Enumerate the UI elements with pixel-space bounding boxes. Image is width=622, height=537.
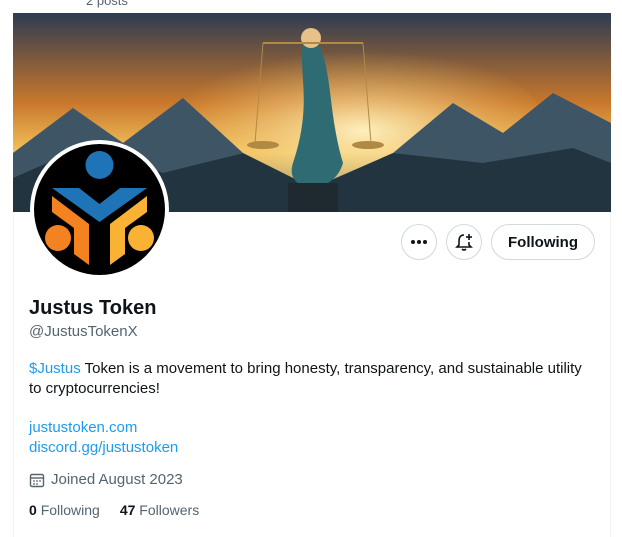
following-stat[interactable]: 0 Following	[29, 502, 100, 518]
joined-text: Joined August 2023	[51, 471, 183, 488]
calendar-icon	[29, 473, 45, 487]
bio-text: Token is a movement to bring honesty, tr…	[29, 360, 582, 397]
bell-plus-icon	[455, 234, 473, 251]
more-button[interactable]	[401, 224, 438, 260]
discord-link[interactable]: discord.gg/justustoken	[29, 439, 178, 456]
followers-stat[interactable]: 47 Followers	[120, 502, 199, 518]
follow-stats: 0 Following 47 Followers	[29, 502, 199, 518]
avatar[interactable]	[30, 140, 169, 279]
joined-date: Joined August 2023	[29, 471, 183, 488]
notifications-button[interactable]	[446, 224, 483, 260]
website-link[interactable]: justustoken.com	[29, 419, 137, 436]
following-button[interactable]: Following	[491, 224, 595, 260]
bio-cashtag-link[interactable]: $Justus	[29, 360, 81, 377]
post-count: 2 posts	[86, 0, 128, 8]
profile-name: Justus Token	[29, 297, 157, 319]
profile-actions: Following	[401, 224, 595, 260]
justus-logo-icon	[45, 151, 154, 265]
profile-bio: $Justus Token is a movement to bring hon…	[29, 359, 589, 399]
more-icon	[411, 240, 428, 244]
profile-handle: @JustusTokenX	[29, 323, 138, 340]
